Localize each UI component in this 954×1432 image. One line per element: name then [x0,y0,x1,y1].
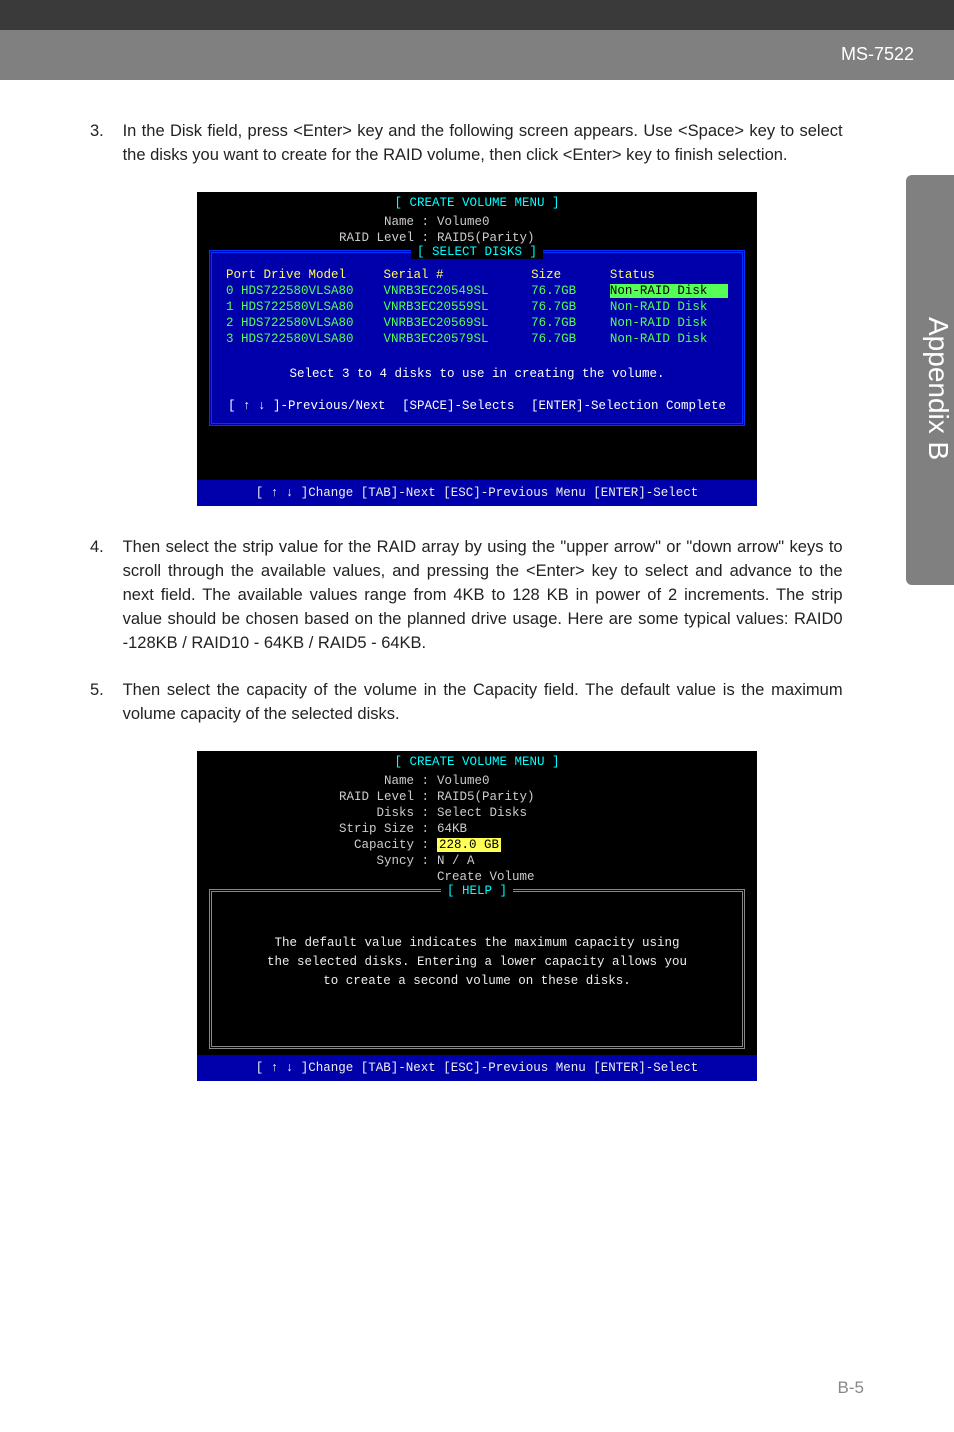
page-number: B-5 [838,1378,864,1398]
field-strip-size: Strip Size :64KB [197,821,757,837]
field-name: Name :Volume0 [197,773,757,789]
help-title: [ HELP ] [441,884,513,898]
page-content: 3. In the Disk field, press <Enter> key … [0,80,954,1141]
key-prev-next: [ ↑ ↓ ]-Previous/Next [228,399,386,413]
disk-row: 0 HDS722580VLSA80 VNRB3EC20549SL 76.7GB … [218,283,736,299]
bios-title: [ CREATE VOLUME MENU ] [197,751,757,773]
step-3: 3. In the Disk field, press <Enter> key … [90,120,864,168]
key-enter: [ENTER]-Selection Complete [531,399,726,413]
field-disks: Disks :Select Disks [197,805,757,821]
bios-screen-capacity: [ CREATE VOLUME MENU ] Name :Volume0 RAI… [197,751,757,1081]
step-text: In the Disk field, press <Enter> key and… [123,120,843,168]
bios-footer: [ ↑ ↓ ]Change [TAB]-Next [ESC]-Previous … [197,480,757,506]
field-raid-level: RAID Level :RAID5(Parity) [197,230,757,246]
select-disks-title: [ SELECT DISKS ] [411,245,543,259]
select-message: Select 3 to 4 disks to use in creating t… [218,347,736,395]
step-number: 5. [90,679,118,703]
field-create: Create Volume [197,869,757,885]
bios-screen-select-disks: [ CREATE VOLUME MENU ] Name :Volume0 RAI… [197,192,757,506]
disk-row: 1 HDS722580VLSA80 VNRB3EC20559SL 76.7GB … [218,299,736,315]
disk-table-header: Port Drive Model Serial # Size Status [218,267,736,283]
step-text: Then select the strip value for the RAID… [123,536,843,656]
step-number: 4. [90,536,118,560]
field-capacity: Capacity :228.0 GB [197,837,757,853]
bios-footer: [ ↑ ↓ ]Change [TAB]-Next [ESC]-Previous … [197,1055,757,1081]
help-text: The default value indicates the maximum … [232,912,722,990]
bios-title: [ CREATE VOLUME MENU ] [197,192,757,214]
disk-row: 2 HDS722580VLSA80 VNRB3EC20569SL 76.7GB … [218,315,736,331]
step-4: 4. Then select the strip value for the R… [90,536,864,656]
field-sync: Syncy :N / A [197,853,757,869]
select-keys: [ ↑ ↓ ]-Previous/Next [SPACE]-Selects [E… [218,395,736,417]
spacer [197,430,757,480]
page-header: MS-7522 [0,30,954,80]
select-disks-box: [ SELECT DISKS ] Port Drive Model Serial… [209,250,745,426]
help-box: [ HELP ] The default value indicates the… [209,889,745,1049]
key-space: [SPACE]-Selects [402,399,515,413]
step-5: 5. Then select the capacity of the volum… [90,679,864,727]
step-text: Then select the capacity of the volume i… [123,679,843,727]
top-decorative-band [0,0,954,30]
disk-row: 3 HDS722580VLSA80 VNRB3EC20579SL 76.7GB … [218,331,736,347]
field-raid-level: RAID Level :RAID5(Parity) [197,789,757,805]
appendix-side-tab: Appendix B [906,175,954,585]
header-title: MS-7522 [841,44,914,64]
field-name: Name :Volume0 [197,214,757,230]
step-number: 3. [90,120,118,144]
